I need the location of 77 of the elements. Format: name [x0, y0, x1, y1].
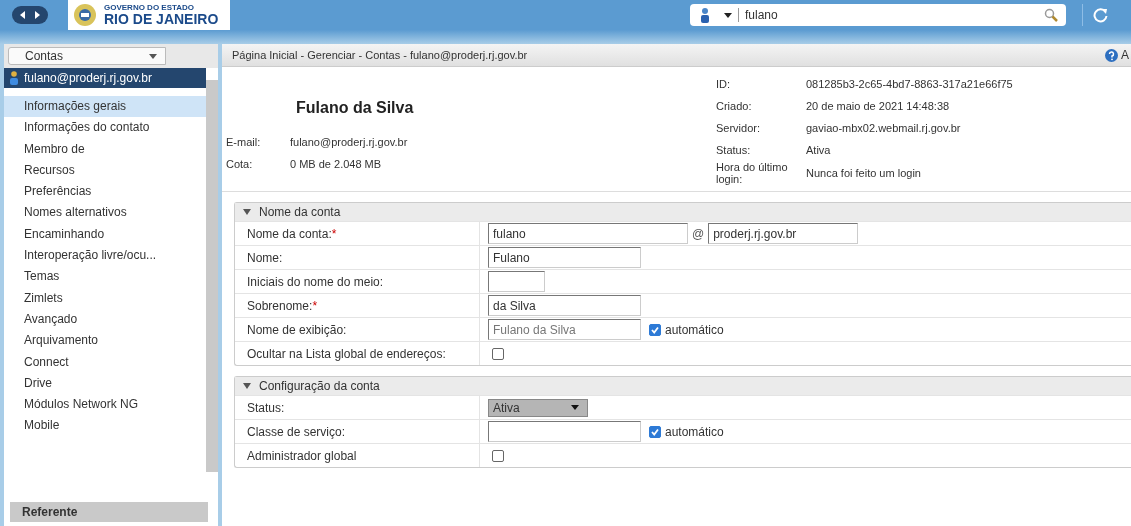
section-header[interactable]: Nome da conta	[235, 203, 1131, 222]
logo-subtitle: GOVERNO DO ESTADO	[104, 4, 196, 12]
status-dropdown[interactable]: Ativa	[488, 398, 588, 417]
search-field[interactable]: fulano	[690, 4, 1066, 26]
back-forward-button[interactable]	[12, 6, 48, 24]
sidebar-item[interactable]: Nomes alternativos	[4, 202, 206, 224]
view-dropdown[interactable]: Contas	[8, 47, 166, 65]
help-icon	[1105, 48, 1118, 62]
logo-title: RIO DE JANEIRO	[104, 12, 219, 26]
field-value: Ativa	[806, 144, 831, 156]
field-label: Hora do último login:	[716, 161, 789, 186]
checkbox[interactable]	[649, 425, 661, 438]
sidebar-item[interactable]: Arquivamento	[4, 330, 206, 352]
field-label: ID:	[716, 78, 732, 90]
caret-icon	[724, 12, 732, 18]
input-field[interactable]	[488, 271, 545, 293]
field-label: Classe de serviço:	[247, 424, 346, 439]
checkbox-label: automático	[665, 424, 724, 439]
field-label: Nome:	[247, 250, 283, 265]
sidebar-section-header[interactable]: Referente	[10, 502, 208, 522]
sidebar-item[interactable]: Zimlets	[4, 287, 206, 309]
person-icon	[700, 7, 710, 23]
breadcrumb: Página Inicial - Gerenciar - Contas - fulano@proderj.rj.gov.br	[232, 49, 529, 61]
sidebar-item[interactable]: Connect	[4, 351, 206, 373]
field-label: Servidor:	[716, 122, 762, 134]
field-label: E-mail:	[226, 136, 262, 148]
field-value: 20 de maio de 2021 14:48:38	[806, 100, 950, 112]
sidebar-item[interactable]: Membro de	[4, 138, 206, 160]
input-field[interactable]: Fulano da Silva	[488, 319, 641, 341]
sidebar-item[interactable]: Drive	[4, 372, 206, 395]
account-item[interactable]: fulano@proderj.rj.gov.br	[4, 68, 206, 88]
field-value: gaviao-mbx02.webmail.rj.gov.br	[806, 122, 961, 134]
sidebar-item[interactable]: Interoperação livre/ocu...	[4, 245, 206, 267]
account-name: Fulano da Silva	[295, 98, 415, 118]
sidebar-item[interactable]: Informações do contato	[4, 117, 206, 139]
refresh-icon[interactable]	[1093, 7, 1109, 23]
sidebar-item[interactable]: Módulos Network NG	[4, 394, 206, 416]
checkbox[interactable]	[492, 449, 504, 462]
sidebar-item[interactable]: Recursos	[4, 159, 206, 182]
field-label: Sobrenome:*	[247, 298, 318, 313]
person-icon	[10, 71, 18, 85]
input-field[interactable]: fulano	[488, 223, 688, 245]
field-label: Status:	[716, 144, 752, 156]
sidebar-item[interactable]: Preferências	[4, 181, 206, 203]
sidebar-item[interactable]: Mobile	[4, 415, 206, 437]
help-link[interactable]: A	[1105, 48, 1129, 62]
sidebar-item[interactable]: Avançado	[4, 308, 206, 331]
checkbox[interactable]	[492, 347, 504, 360]
field-label: Nome de exibição:	[247, 322, 347, 337]
input-field[interactable]: proderj.rj.gov.br	[708, 223, 859, 245]
checkbox[interactable]	[649, 323, 661, 336]
field-label: Status:	[247, 400, 285, 415]
scrollbar[interactable]	[206, 80, 218, 472]
field-value: Nunca foi feito um login	[806, 167, 921, 180]
caret-icon	[571, 405, 579, 411]
field-label: Cota:	[226, 158, 254, 170]
field-label: Administrador global	[247, 448, 357, 463]
field-label: Iniciais do nome do meio:	[247, 274, 384, 289]
field-label: Nome da conta:*	[247, 226, 337, 241]
caret-icon	[149, 53, 157, 59]
field-label: Ocultar na Lista global de endereços:	[247, 346, 446, 361]
at-sign: @	[692, 226, 705, 241]
input-field[interactable]: Fulano	[488, 247, 641, 269]
section-header[interactable]: Configuração da conta	[235, 377, 1131, 396]
field-value: fulano@proderj.rj.gov.br	[290, 136, 408, 148]
input-field[interactable]	[488, 421, 641, 443]
field-value: 081285b3-2c65-4bd7-8863-317a21e66f75	[806, 78, 1013, 90]
field-label: Criado:	[716, 100, 753, 112]
input-field[interactable]: da Silva	[488, 295, 641, 317]
field-value: 0 MB de 2.048 MB	[290, 158, 382, 170]
search-icon	[1044, 8, 1058, 22]
sidebar-item[interactable]: Encaminhando	[4, 223, 206, 246]
sidebar-item[interactable]: Informações gerais	[4, 96, 206, 118]
collapse-icon	[243, 209, 251, 216]
checkbox-label: automático	[665, 322, 724, 337]
collapse-icon	[243, 383, 251, 390]
sidebar-item[interactable]: Temas	[4, 266, 206, 288]
